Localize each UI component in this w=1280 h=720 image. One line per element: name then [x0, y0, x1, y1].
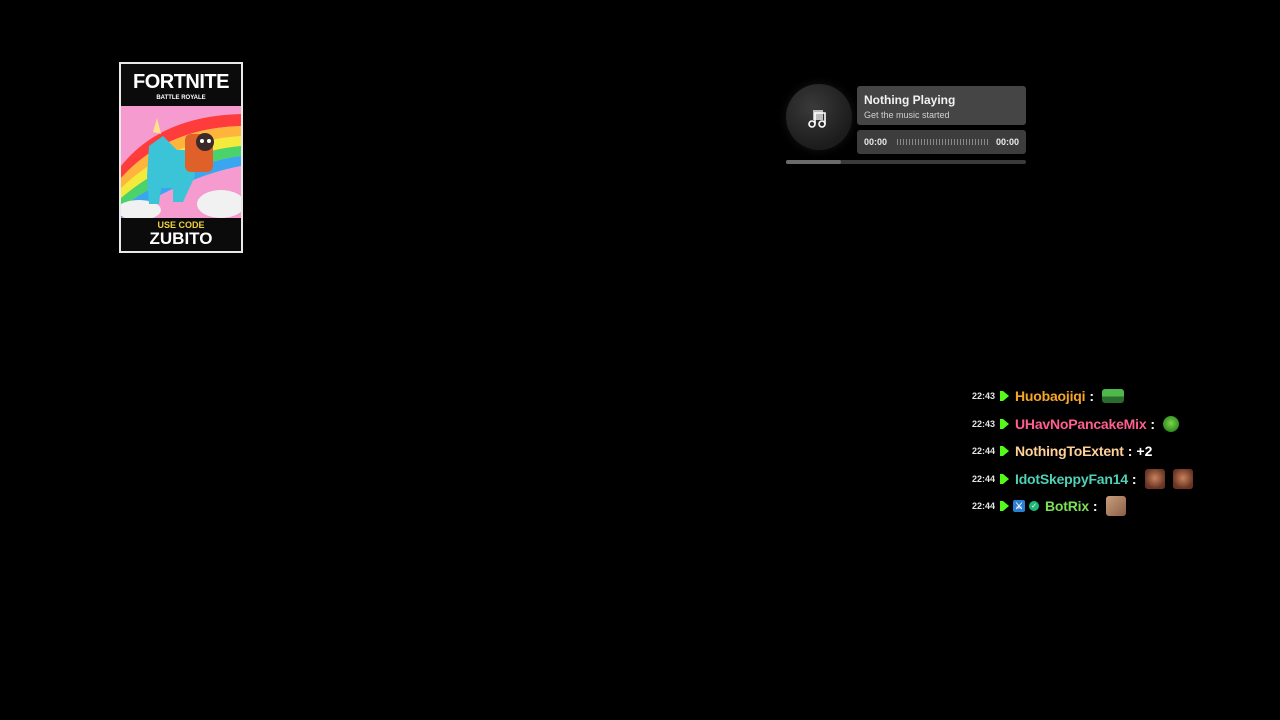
llama-artwork: [121, 106, 241, 218]
message-timestamp: 22:44: [972, 501, 996, 511]
album-art-disc: [786, 84, 852, 150]
message-timestamp: 22:44: [972, 474, 996, 484]
colon-separator: :: [1089, 388, 1094, 404]
progress-fill: [786, 160, 842, 164]
kick-badge-icon: [999, 501, 1009, 511]
chat-username: IdotSkeppyFan14: [1015, 471, 1128, 487]
chat-username: NothingToExtent: [1015, 443, 1124, 459]
chat-username: Huobaojiqi: [1015, 388, 1086, 404]
time-panel: 00:00 00:00: [857, 130, 1026, 154]
kick-badge-icon: [999, 419, 1009, 429]
time-total: 00:00: [995, 137, 1019, 147]
message-timestamp: 22:44: [972, 446, 996, 456]
chat-message: 22:44 NothingToExtent : +2: [972, 439, 1152, 463]
chat-message: 22:44 ⚔ ✓ BotRix :: [972, 494, 1126, 518]
colon-separator: :: [1127, 443, 1133, 459]
music-note-icon: [808, 110, 826, 128]
waveform: [897, 139, 989, 145]
promo-code: ZUBITO: [149, 229, 213, 248]
kick-badge-icon: [999, 446, 1009, 456]
chat-username: UHavNoPancakeMix: [1015, 416, 1147, 432]
chat-message: 22:43 UHavNoPancakeMix :: [972, 412, 1180, 436]
dog-emote: [1105, 496, 1126, 516]
colon-separator: :: [1131, 471, 1137, 487]
green-blob-emote: [1163, 416, 1180, 432]
verified-check-icon: ✓: [1029, 501, 1039, 511]
kick-badge-icon: [999, 391, 1009, 401]
moderator-sword-icon: ⚔: [1013, 500, 1025, 512]
promo-card: FORTNITE BATTLE ROYALE USE CODE ZUBITO: [119, 62, 243, 253]
kick-badge-icon: [999, 474, 1009, 484]
music-player-widget: Nothing Playing Get the music started 00…: [786, 84, 1028, 168]
message-timestamp: 22:43: [972, 391, 996, 401]
now-playing-subtitle: Get the music started: [864, 110, 950, 120]
time-elapsed: 00:00: [864, 137, 888, 147]
frog-emote: [1102, 389, 1124, 403]
promo-subtitle: BATTLE ROYALE: [156, 95, 206, 101]
message-text: +2: [1136, 443, 1153, 459]
face-emote: [1172, 469, 1193, 489]
promo-title: FORTNITE: [133, 71, 230, 93]
chat-message: 22:43 Huobaojiqi :: [972, 384, 1124, 408]
colon-separator: :: [1092, 498, 1098, 514]
colon-separator: :: [1150, 416, 1156, 432]
now-playing-panel: Nothing Playing Get the music started: [857, 86, 1026, 125]
chat-username: BotRix: [1045, 498, 1089, 514]
message-timestamp: 22:43: [972, 419, 996, 429]
now-playing-title: Nothing Playing: [864, 93, 956, 107]
progress-bar: [786, 160, 1026, 164]
chat-message: 22:44 IdotSkeppyFan14 :: [972, 467, 1193, 491]
face-emote: [1144, 469, 1165, 489]
